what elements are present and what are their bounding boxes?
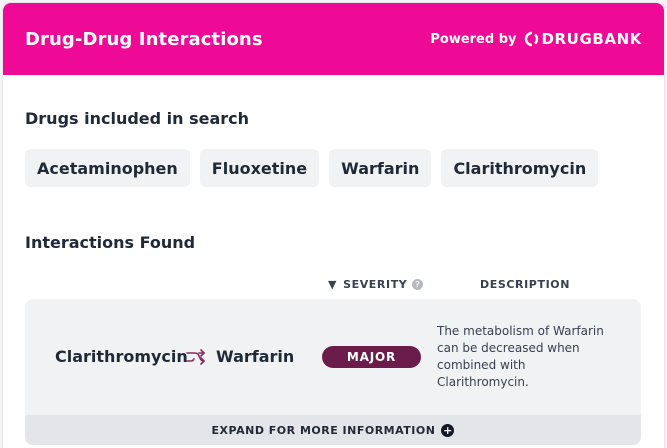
severity-badge: MAJOR — [322, 346, 421, 368]
severity-column-header[interactable]: ▼ SEVERITY ? — [328, 278, 424, 291]
drugbank-logo-icon — [525, 31, 539, 47]
severity-column-label: SEVERITY — [343, 278, 408, 291]
drugbank-logo[interactable]: DRUGBANK — [524, 30, 642, 48]
drugbank-logo-text: DRUGBANK — [541, 30, 642, 48]
drug-chip[interactable]: Warfarin — [329, 149, 432, 187]
interactions-card: Drug-Drug Interactions Powered by DRUGBA… — [3, 3, 664, 448]
interaction-row-main: Clarithromycin Warfarin MAJOR The metabo… — [25, 299, 641, 415]
page-title: Drug-Drug Interactions — [25, 28, 263, 50]
interactions-section-label: Interactions Found — [25, 233, 196, 252]
expand-more-info-button[interactable]: EXPAND FOR MORE INFORMATION + — [25, 415, 641, 445]
drugs-section-label: Drugs included in search — [25, 109, 250, 128]
drug-chip[interactable]: Acetaminophen — [25, 149, 190, 187]
interaction-row[interactable]: Clarithromycin Warfarin MAJOR The metabo… — [25, 299, 641, 445]
interaction-description: The metabolism of Warfarin can be decrea… — [437, 324, 604, 389]
interaction-drug-b: Warfarin — [216, 347, 295, 366]
description-column-header: DESCRIPTION — [480, 278, 570, 291]
swap-arrows-icon — [186, 349, 205, 365]
question-circle-icon[interactable]: ? — [412, 279, 424, 290]
expand-label: EXPAND FOR MORE INFORMATION — [211, 423, 436, 437]
drug-chip[interactable]: Clarithromycin — [441, 149, 599, 187]
triangle-down-icon: ▼ — [328, 278, 338, 291]
powered-by-label: Powered by — [430, 31, 517, 47]
drug-chip-list: Acetaminophen Fluoxetine Warfarin Clarit… — [25, 149, 599, 187]
plus-circle-icon: + — [441, 423, 455, 437]
description-column-label: DESCRIPTION — [480, 278, 571, 291]
powered-by: Powered by DRUGBANK — [430, 30, 642, 48]
header: Drug-Drug Interactions Powered by DRUGBA… — [3, 3, 664, 75]
interaction-drug-a: Clarithromycin — [55, 347, 188, 366]
drug-chip[interactable]: Fluoxetine — [199, 149, 320, 187]
